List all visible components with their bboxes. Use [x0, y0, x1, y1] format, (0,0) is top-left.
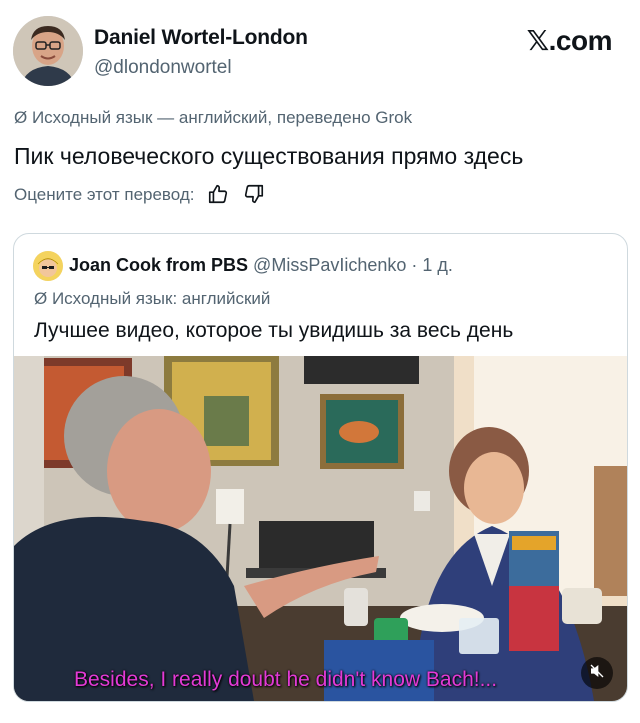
quoted-author-avatar[interactable]	[33, 251, 63, 281]
quoted-header: Joan Cook from PBS @MissPavIichenko · 1 …	[69, 255, 453, 276]
post-header: Daniel Wortel-London @dlondonwortel 𝕏.co…	[0, 0, 640, 100]
x-logo: 𝕏.com	[526, 25, 613, 56]
video-player[interactable]: Besides, I really doubt he didn't know B…	[14, 356, 627, 701]
quoted-author-name[interactable]: Joan Cook from PBS	[69, 255, 248, 275]
author-handle[interactable]: @dlondonwortel	[94, 57, 232, 79]
rate-translation-row: Оцените этот перевод:	[14, 182, 267, 208]
quoted-author-meta[interactable]: @MissPavIichenko · 1 д.	[253, 255, 453, 275]
video-subtitle: Besides, I really doubt he didn't know B…	[74, 668, 498, 691]
tweet-text: Пик человеческого существования прямо зд…	[14, 143, 524, 169]
author-avatar[interactable]	[13, 16, 83, 86]
thumbs-down-icon[interactable]	[243, 183, 267, 207]
quoted-tweet[interactable]: Joan Cook from PBS @MissPavIichenko · 1 …	[13, 233, 628, 702]
quoted-translation-note: Ø Исходный язык: английский	[34, 289, 271, 308]
thumbs-up-icon[interactable]	[207, 183, 231, 207]
rate-prompt: Оцените этот перевод:	[14, 185, 195, 204]
translation-note[interactable]: Ø Исходный язык — английский, переведено…	[14, 108, 412, 128]
author-name[interactable]: Daniel Wortel-London	[94, 26, 308, 50]
mute-button[interactable]	[581, 657, 613, 689]
quoted-text: Лучшее видео, которое ты увидишь за весь…	[34, 319, 514, 342]
video-frame	[14, 356, 627, 701]
mute-icon	[589, 663, 605, 684]
